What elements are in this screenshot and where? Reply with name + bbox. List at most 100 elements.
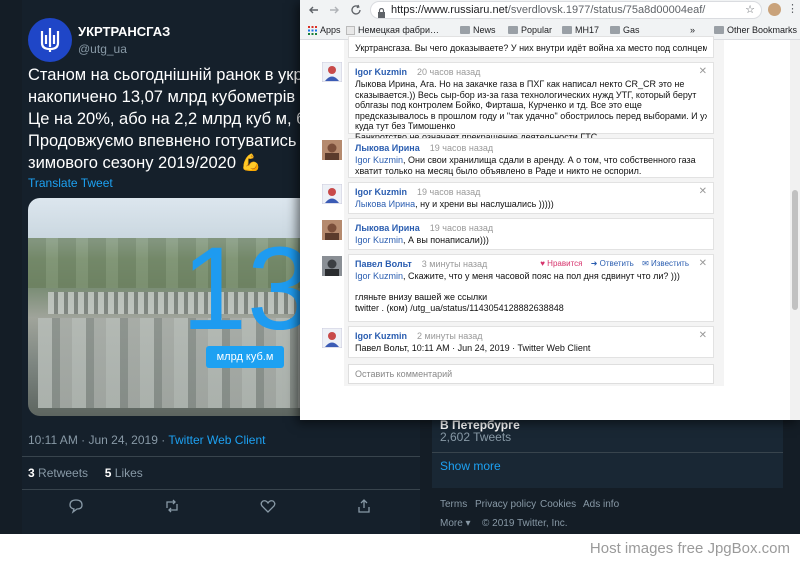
watermark-text: Host images free JpgBox.com	[589, 540, 790, 557]
bookmarks-overflow-button[interactable]: »	[690, 23, 695, 37]
comment-text: , Они свои хранилища сдали в аренду. А о…	[403, 155, 696, 165]
close-icon[interactable]: ✕	[699, 186, 707, 197]
like-button[interactable]: ♥ Нравится	[540, 259, 582, 268]
show-more-link[interactable]: Show more	[440, 459, 501, 473]
footer-link-terms[interactable]: Terms	[440, 499, 467, 510]
comment: Igor Kuzmin 19 часов назад ✕ Лыкова Ирина…	[348, 182, 714, 214]
account-avatar[interactable]	[28, 18, 72, 62]
bookmark-popular[interactable]: Popular	[508, 23, 552, 37]
comment: Лыкова Ирина 19 часов назад Igor Kuzmin, …	[348, 218, 714, 250]
avatar-default-icon[interactable]	[322, 328, 342, 348]
retweets-label[interactable]: Retweets	[38, 466, 88, 480]
comment-time: 2 минуты назад	[417, 331, 483, 341]
bookmark-apps[interactable]: Apps	[308, 23, 341, 37]
comment-author[interactable]: Лыкова Ирина	[355, 223, 420, 233]
comment-time: 3 минуты назад	[421, 259, 488, 269]
notify-button[interactable]: ✉ Известить	[642, 259, 689, 268]
comment-text: облгазы под контролем Бойко, Фирташа, Ку…	[355, 100, 642, 111]
account-name[interactable]: УКРТРАНСГАЗ	[78, 24, 170, 39]
likes-count[interactable]: 5	[105, 466, 112, 480]
forward-icon[interactable]	[326, 2, 342, 18]
close-icon[interactable]: ✕	[699, 66, 707, 77]
comment-text: хватит только на месяц было объявлено в …	[355, 165, 642, 176]
bookmark-gas[interactable]: Gas	[610, 23, 640, 37]
avatar-photo-icon[interactable]	[322, 256, 342, 276]
comment-text: предсказывалось в прошлом году и "так уд…	[355, 110, 707, 121]
avatar-photo-icon[interactable]	[322, 140, 342, 160]
comment-author[interactable]: Павел Вольт	[355, 259, 412, 269]
comment-text: twitter . (ком) /utg_ua/status/114305412…	[355, 302, 564, 313]
trident-logo-icon	[40, 28, 60, 52]
reply-icon[interactable]	[66, 496, 86, 516]
retweet-icon[interactable]	[162, 496, 182, 516]
comment-text: , Скажите, что у меня часовой пояс на по…	[403, 271, 680, 281]
comment-text: , ну и хрени вы наслушались )))))	[415, 199, 554, 209]
comment-author[interactable]: Igor Kuzmin	[355, 331, 407, 341]
other-bookmarks[interactable]: Other Bookmarks	[714, 23, 797, 37]
menu-kebab-icon[interactable]: ⋮	[787, 2, 798, 15]
share-icon[interactable]	[354, 496, 374, 516]
comment-author[interactable]: Igor Kuzmin	[355, 187, 407, 197]
divider	[432, 452, 783, 453]
comment: Igor Kuzmin 2 минуты назад ✕ Павел Вольт,…	[348, 326, 714, 358]
back-icon[interactable]	[306, 2, 322, 18]
folder-icon	[562, 26, 572, 34]
comment: Павел Вольт 3 минуты назад ♥ Нравится ➜ О…	[348, 254, 714, 322]
comment-author[interactable]: Лыкова Ирина	[355, 143, 420, 153]
close-icon[interactable]: ✕	[699, 330, 707, 341]
footer-more-menu[interactable]: More ▾	[440, 518, 471, 529]
folder-icon	[460, 26, 470, 34]
tweet-text-line: накопичено 13,07 млрд кубометрів при	[28, 88, 304, 106]
source-link[interactable]: Twitter Web Client	[168, 433, 265, 447]
mention-link[interactable]: Igor Kuzmin	[355, 155, 403, 165]
footer-link-privacy[interactable]: Privacy policy	[475, 499, 536, 510]
page-content: Укртрансгаза. Вы чего доказываете? У них…	[300, 36, 800, 420]
folder-icon	[714, 26, 724, 34]
bookmark-news[interactable]: News	[460, 23, 496, 37]
bookmark-german-factory[interactable]: Немецкая фабри…	[346, 23, 439, 37]
trend-tweet-count: 2,602 Tweets	[440, 430, 512, 444]
footer-link-cookies[interactable]: Cookies	[540, 499, 576, 510]
profile-avatar[interactable]	[768, 3, 781, 16]
comment-text: Укртрансгаза. Вы чего доказываете? У них…	[355, 43, 707, 53]
like-icon[interactable]	[258, 496, 278, 516]
address-bar[interactable]: https://www.russiaru.net/sverdlovsk.1977…	[370, 1, 762, 19]
comment-actions: ♥ Нравится ➜ Ответить ✉ Известить	[534, 259, 689, 268]
account-handle[interactable]: @utg_ua	[78, 42, 127, 56]
bookmark-mh17[interactable]: MH17	[562, 23, 599, 37]
comment-text: Павел Вольт, 10:11 AM · Jun 24, 2019 · T…	[355, 343, 591, 353]
divider	[22, 456, 420, 457]
reply-button[interactable]: ➜ Ответить	[591, 259, 634, 268]
comment: Лыкова Ирина 19 часов назад Igor Kuzmin, …	[348, 138, 714, 178]
tweet-text-line: Це на 20%, або на 2,2 млрд куб м, біль	[28, 110, 304, 128]
likes-label[interactable]: Likes	[115, 466, 143, 480]
retweets-count[interactable]: 3	[28, 466, 35, 480]
star-bookmark-icon[interactable]: ☆	[745, 3, 755, 16]
scrollbar-thumb[interactable]	[792, 190, 798, 310]
translate-tweet-link[interactable]: Translate Tweet	[28, 176, 113, 190]
comment-author[interactable]: Igor Kuzmin	[355, 67, 407, 77]
comment-time: 19 часов назад	[429, 143, 494, 153]
tweet-photo[interactable]: 13 млрд куб.м	[28, 198, 320, 416]
apps-grid-icon	[308, 25, 317, 35]
comment-input[interactable]: Оставить комментарий	[348, 364, 714, 384]
url-text[interactable]: https://www.russiaru.net/sverdlovsk.1977…	[391, 3, 705, 18]
tweet-stats: 3 Retweets 5 Likes	[28, 466, 143, 480]
reload-icon[interactable]	[348, 2, 364, 18]
avatar-photo-icon[interactable]	[322, 220, 342, 240]
watermark-bar: Host images free JpgBox.com	[0, 534, 800, 564]
mention-link[interactable]: Igor Kuzmin	[355, 271, 403, 281]
avatar-default-icon[interactable]	[322, 184, 342, 204]
tweet-text-line: Станом на сьогоднішній ранок в україн	[28, 66, 304, 84]
comment-text: сказывается.)) Весь сыр-бор из-за газа т…	[355, 89, 697, 100]
folder-icon	[610, 26, 620, 34]
tweet-text-line: зимового сезону 2019/2020 💪	[28, 154, 262, 172]
comment-text	[355, 282, 707, 293]
comment-text: , А вы понаписали)))	[403, 235, 489, 245]
tweet-text-line: Продовжуємо впевнено готуватись до	[28, 132, 304, 150]
avatar-default-icon[interactable]	[322, 62, 342, 82]
footer-link-ads-info[interactable]: Ads info	[583, 499, 619, 510]
close-icon[interactable]: ✕	[699, 258, 707, 269]
mention-link[interactable]: Igor Kuzmin	[355, 235, 403, 245]
mention-link[interactable]: Лыкова Ирина	[355, 199, 415, 209]
